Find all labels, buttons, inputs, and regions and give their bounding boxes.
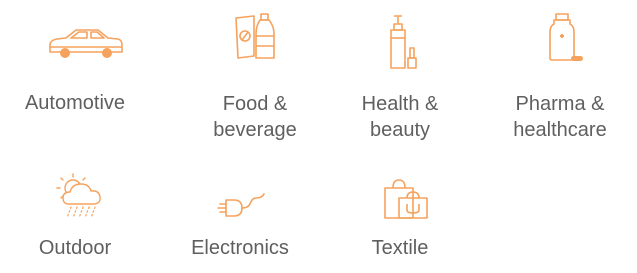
industry-label: Electronics [180, 235, 300, 261]
industry-label: Food & beverage [200, 91, 310, 143]
cosmetics-icon [390, 15, 417, 69]
plug-icon [217, 193, 265, 217]
industry-tile-outdoor[interactable]: Outdoor [25, 160, 125, 273]
industry-label-line: beverage [213, 119, 297, 141]
industry-label-line: Food & [222, 93, 288, 115]
industry-tile-textile[interactable]: Textile [355, 160, 445, 273]
industry-label-line: Pharma & [515, 93, 605, 115]
industry-label-line: beauty [369, 119, 431, 141]
industry-label: Health & beauty [350, 91, 450, 143]
car-icon [49, 29, 123, 58]
industry-tile-automotive[interactable]: Automotive [10, 0, 140, 130]
industry-label: Automotive [10, 90, 140, 116]
industry-label: Pharma & healthcare [505, 91, 615, 143]
industry-label-line: Outdoor [38, 237, 112, 259]
industry-label-line: Automotive [24, 92, 126, 114]
industry-tile-food-beverage[interactable]: Food & beverage [200, 0, 310, 143]
industry-label: Textile [355, 235, 445, 261]
industry-label: Outdoor [25, 235, 125, 261]
industry-label-line: Electronics [191, 237, 289, 259]
food-beverage-icon [235, 13, 275, 59]
industry-label-line: Textile [371, 237, 429, 259]
medicine-bottle-icon [549, 13, 583, 61]
industry-label-line: healthcare [513, 119, 607, 141]
industries-grid: Automotive Food & beverage Health & beau… [0, 0, 637, 273]
industry-tile-health-beauty[interactable]: Health & beauty [350, 0, 450, 143]
industry-tile-pharma-healthcare[interactable]: Pharma & healthcare [505, 0, 615, 143]
weather-icon [56, 173, 101, 219]
industry-tile-electronics[interactable]: Electronics [180, 160, 300, 273]
shopping-bags-icon [384, 179, 428, 219]
industry-label-line: Health & [361, 93, 439, 115]
